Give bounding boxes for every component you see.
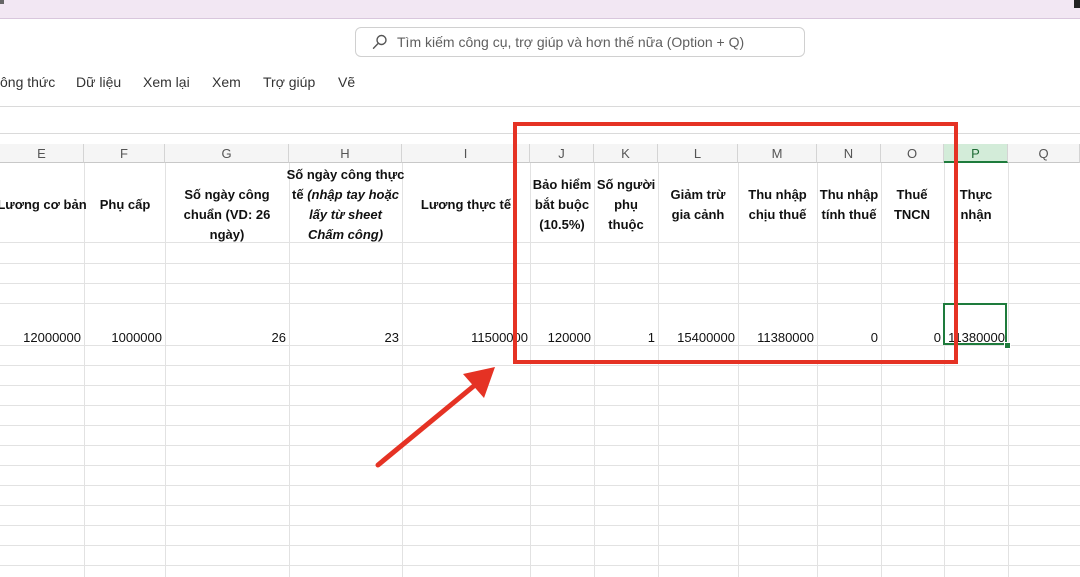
arrow-annotation (375, 367, 495, 468)
grid-line (0, 365, 1080, 366)
header-h-line3: lấy từ sheet (309, 207, 382, 222)
search-placeholder: Tìm kiếm công cụ, trợ giúp và hơn thế nữ… (397, 34, 745, 50)
grid-line (0, 465, 1080, 466)
grid-line (0, 385, 1080, 386)
title-bar-left-mark (0, 0, 4, 4)
tab-draw[interactable]: Vẽ (338, 74, 355, 90)
grid-line (0, 525, 1080, 526)
grid-line (0, 505, 1080, 506)
header-cell-f[interactable]: Phụ cấp (86, 195, 164, 215)
column-header-q[interactable]: Q (1008, 144, 1080, 163)
grid-line (84, 163, 85, 577)
grid-line (1008, 163, 1009, 577)
search-box[interactable]: Tìm kiếm công cụ, trợ giúp và hơn thế nữ… (355, 27, 805, 57)
column-header-i[interactable]: I (402, 144, 530, 163)
grid-line (0, 445, 1080, 446)
cell-e-value[interactable]: 12000000 (0, 329, 81, 347)
column-header-e[interactable]: E (0, 144, 84, 163)
header-cell-h[interactable]: Số ngày công thực tế (nhập tay hoặc lấy … (286, 165, 405, 245)
tab-formulas[interactable]: ông thức (0, 74, 55, 90)
column-header-g[interactable]: G (165, 144, 289, 163)
cell-f-value[interactable]: 1000000 (84, 329, 162, 347)
highlight-box (513, 122, 958, 364)
header-h-line2-italic: (nhập tay hoặc (307, 187, 399, 202)
cell-g-value[interactable]: 26 (165, 329, 286, 347)
header-h-line4: Chấm công) (307, 227, 384, 242)
tab-data[interactable]: Dữ liệu (76, 74, 121, 90)
cell-h-value[interactable]: 23 (289, 329, 399, 347)
search-icon (372, 34, 387, 49)
header-cell-e[interactable]: Lương cơ bản (0, 195, 90, 215)
grid-line (0, 485, 1080, 486)
header-h-line1: Số ngày công thực (286, 167, 405, 182)
header-cell-i[interactable]: Lương thực tế (404, 195, 528, 215)
cell-i-value[interactable]: 11500000 (402, 329, 528, 347)
grid-line (0, 565, 1080, 566)
tab-help[interactable]: Trợ giúp (263, 74, 315, 90)
grid-line (0, 545, 1080, 546)
window-title-bar (0, 0, 1080, 19)
grid-line (0, 405, 1080, 406)
tab-review[interactable]: Xem lại (143, 74, 190, 90)
header-cell-g[interactable]: Số ngày công chuẩn (VD: 26 ngày) (166, 185, 288, 245)
fill-handle[interactable] (1004, 342, 1011, 349)
header-h-line2: tế (292, 187, 308, 202)
title-bar-right-mark (1074, 0, 1080, 8)
column-header-f[interactable]: F (84, 144, 165, 163)
grid-line (0, 425, 1080, 426)
tab-view[interactable]: Xem (212, 74, 241, 90)
column-header-h[interactable]: H (289, 144, 402, 163)
